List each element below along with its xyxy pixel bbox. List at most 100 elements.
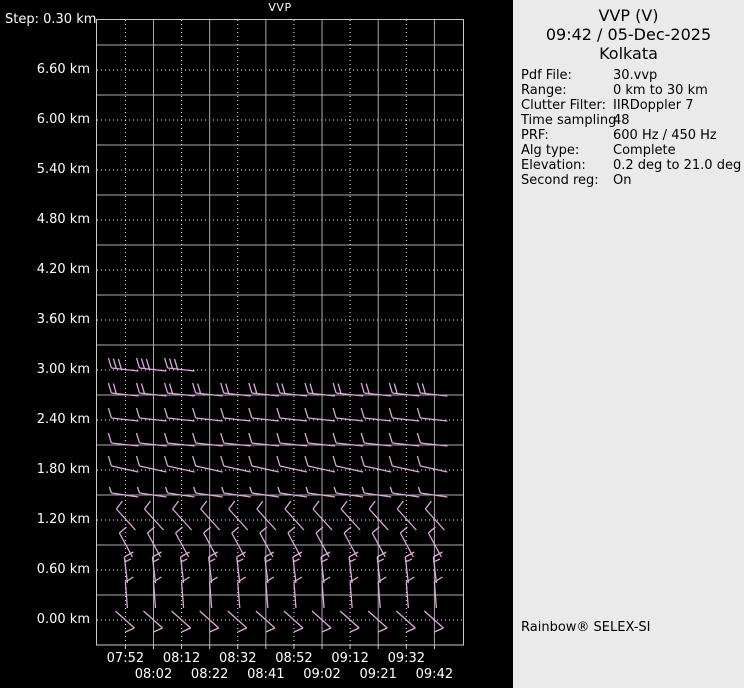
- y-tick-label: 0.00 km: [0, 611, 90, 629]
- wind-barb-feather: [389, 433, 392, 443]
- wind-barb-feather: [333, 408, 336, 418]
- chart-title: VVP: [96, 1, 464, 14]
- wind-barb-feather: [285, 501, 291, 509]
- wind-barb-staff: [228, 611, 247, 628]
- wind-barb-feather: [125, 628, 134, 632]
- wind-barb-feather: [334, 487, 336, 493]
- wind-barb-feather: [113, 384, 116, 394]
- wind-barb-feather: [369, 501, 375, 509]
- info-value: Complete: [613, 143, 742, 158]
- wind-barb-feather: [249, 383, 252, 393]
- wind-barb-feather: [397, 501, 403, 509]
- plot-frame: [97, 20, 464, 646]
- wind-barb-feather: [137, 487, 139, 493]
- info-row: Pdf File:30.vvp: [521, 68, 742, 83]
- wind-barb-feather: [254, 384, 257, 394]
- x-tick-label: 09:12: [331, 651, 368, 666]
- wind-barb-feather: [221, 408, 224, 418]
- wind-barb-feather: [146, 359, 149, 369]
- info-label: Clutter Filter:: [521, 98, 613, 113]
- wind-barb-feather: [341, 501, 347, 509]
- wind-barb-feather: [306, 487, 308, 493]
- panel-datetime: 09:42 / 05-Dec-2025: [513, 25, 744, 44]
- y-tick-label: 6.60 km: [0, 61, 90, 79]
- wind-barb-feather: [278, 487, 280, 493]
- wind-barb-feather: [136, 433, 139, 443]
- wind-barb-feather: [394, 384, 397, 394]
- wind-barb-feather: [166, 487, 168, 493]
- info-panel: VVP (V) 09:42 / 05-Dec-2025 Kolkata Pdf …: [513, 0, 744, 688]
- wind-barb-staff: [168, 466, 195, 472]
- wind-barb-staff: [111, 368, 138, 371]
- wind-barb-feather: [366, 384, 369, 394]
- wind-barb-feather: [361, 433, 364, 443]
- wind-barb-feather: [136, 456, 139, 466]
- wind-barb-feather: [417, 433, 420, 443]
- y-tick-label: 3.00 km: [0, 361, 90, 379]
- info-label: PRF:: [521, 128, 613, 143]
- wind-barb-staff: [111, 466, 138, 472]
- y-tick-label: 0.60 km: [0, 561, 90, 579]
- wind-barb-feather: [144, 501, 150, 509]
- wind-barb-feather: [201, 501, 207, 509]
- wind-barb-staff: [336, 466, 363, 472]
- wind-barb-feather: [310, 384, 313, 394]
- wind-barb-feather: [389, 383, 392, 393]
- info-value: 0 km to 30 km: [613, 83, 742, 98]
- wind-barb-feather: [118, 359, 121, 369]
- wind-barb-feather: [238, 628, 247, 632]
- wind-barb-feather: [170, 384, 173, 394]
- wind-barb-feather: [193, 383, 196, 393]
- wind-barb-staff: [280, 466, 307, 472]
- y-tick-label: 3.60 km: [0, 311, 90, 329]
- wind-barb-feather: [313, 501, 319, 509]
- wind-barb-feather: [136, 383, 139, 393]
- info-value: IIRDoppler 7: [613, 98, 742, 113]
- wind-barb-feather: [277, 383, 280, 393]
- panel-site: Kolkata: [513, 44, 744, 63]
- wind-barb-feather: [221, 383, 224, 393]
- y-tick-label: 5.40 km: [0, 161, 90, 179]
- wind-barb-feather: [417, 383, 420, 393]
- wind-barb-feather: [229, 501, 235, 509]
- wind-barb-feather: [165, 456, 168, 466]
- x-tick-label: 08:12: [163, 651, 200, 666]
- panel-title: VVP (V): [513, 6, 744, 25]
- wind-barb-feather: [193, 408, 196, 418]
- info-label: Second reg:: [521, 173, 613, 188]
- wind-barb-staff: [143, 611, 162, 628]
- wind-barb-feather: [141, 384, 144, 394]
- info-row: Elevation:0.2 deg to 21.0 deg: [521, 158, 742, 173]
- y-tick-label: 1.80 km: [0, 461, 90, 479]
- wind-barb-feather: [277, 408, 280, 418]
- info-label: Elevation:: [521, 158, 613, 173]
- wind-barb-feather: [305, 433, 308, 443]
- wind-barb-feather: [108, 358, 111, 368]
- wind-barb-feather: [257, 501, 263, 509]
- wind-barb-feather: [136, 358, 139, 368]
- wind-barb-feather: [108, 456, 111, 466]
- wind-barb-feather: [249, 408, 252, 418]
- wind-barb-feather: [141, 359, 144, 369]
- wind-barb-feather: [113, 359, 116, 369]
- info-value: On: [613, 173, 742, 188]
- x-tick-label: 09:21: [359, 667, 396, 682]
- wind-barb-feather: [362, 487, 364, 493]
- wind-barb-staff: [284, 611, 303, 628]
- info-value: 0.2 deg to 21.0 deg: [613, 158, 742, 173]
- info-row: Range:0 km to 30 km: [521, 83, 742, 98]
- wind-barb-feather: [277, 456, 280, 466]
- wind-barb-feather: [305, 408, 308, 418]
- wind-barb-feather: [333, 456, 336, 466]
- wind-barb-feather: [378, 628, 387, 632]
- wind-barb-feather: [305, 456, 308, 466]
- wind-barb-staff: [139, 418, 166, 421]
- wind-barb-feather: [198, 384, 201, 394]
- wind-barb-staff: [115, 611, 134, 628]
- wind-barb-staff: [392, 466, 419, 472]
- y-tick-label: 2.40 km: [0, 411, 90, 429]
- brand-footer: Rainbow® SELEX-SI: [521, 620, 651, 635]
- wind-barb-feather: [108, 383, 111, 393]
- wind-barb-feather: [338, 384, 341, 394]
- wind-barb-feather: [350, 628, 359, 632]
